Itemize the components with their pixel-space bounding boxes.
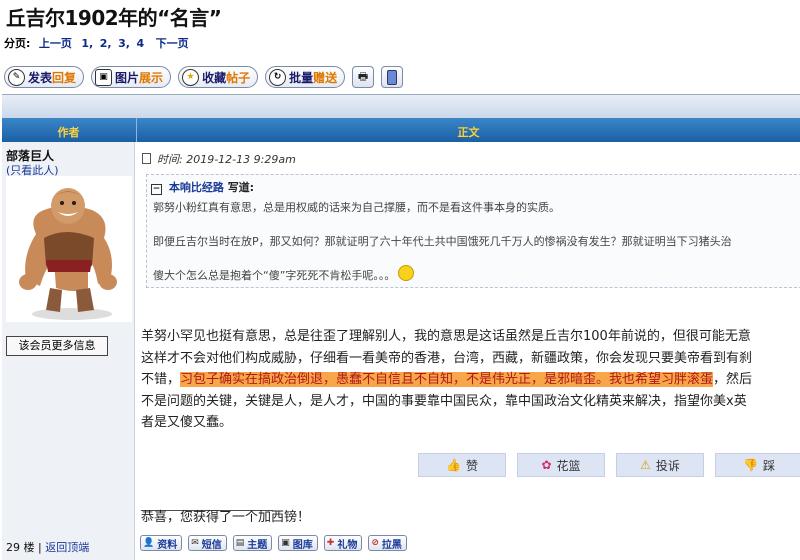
gallery-icon: ▣ — [281, 538, 290, 548]
post-time: 时间: 2019-12-13 9:29am — [157, 153, 296, 166]
body-line-1: 羊努小罕见也挺有意思，总是往歪了理解别人，我的意思是这话虽然是丘吉尔100年前说… — [141, 329, 751, 344]
body-column-header: 正文 — [457, 126, 480, 139]
pager-label: 分页: — [4, 37, 31, 50]
quote-said: 写道: — [227, 181, 255, 194]
gallery-label: 图库 — [292, 539, 313, 551]
phone-icon — [387, 69, 398, 85]
reply-label-hl: 回复 — [52, 70, 77, 85]
quote-line-1: 郭努小粉红真有意思，总是用权威的话来为自己撑腰，而不是看这件事本身的实质。 — [153, 201, 560, 214]
message-label: 短信 — [201, 539, 222, 551]
quote-line-3-row: 傻大个怎么总是抱着个“傻”字死死不肯松手呢。。。 — [153, 265, 415, 283]
refresh-icon: ↻ — [269, 68, 287, 86]
favorite-label: 收藏 — [202, 70, 227, 85]
quoted-author-link[interactable]: 本响比经路 — [169, 181, 224, 194]
flower-label: 花篮 — [556, 458, 581, 473]
giant-avatar-image — [19, 188, 117, 320]
report-label: 投诉 — [655, 458, 680, 473]
message-icon: ✉ — [191, 538, 199, 548]
body-line-2: 这样才不会对他们构成威胁，仔细看一看美帝的香港，台湾，西藏，新疆政策，你会发现只… — [141, 350, 753, 366]
flower-icon: ✿ — [541, 458, 552, 472]
warning-icon: ⚠ — [640, 458, 651, 472]
post-meta: 时间: 2019-12-13 9:29am — [142, 151, 296, 167]
prev-page-link[interactable]: 上一页 — [39, 37, 72, 50]
author-column-header: 作者 — [57, 126, 80, 139]
block-label: 拉黑 — [381, 539, 402, 551]
gift-button[interactable]: ✚ 礼物 — [323, 535, 363, 551]
favorite-post-button[interactable]: ★ 收藏 帖子 — [178, 66, 259, 88]
document-icon — [142, 153, 151, 164]
table-header: 作者 正文 — [2, 118, 800, 142]
page-title: 丘吉尔1902年的“名言” — [6, 6, 222, 30]
gift-label: 礼物 — [337, 539, 358, 551]
page-link-3[interactable]: 3, — [118, 37, 130, 50]
image-show-label-hl: 展示 — [139, 70, 164, 85]
compose-icon: ✎ — [8, 68, 25, 86]
image-show-label: 图片 — [115, 70, 140, 85]
floor-label: 29 楼 — [6, 541, 35, 554]
topics-button[interactable]: ▤ 主题 — [232, 535, 273, 551]
topics-label: 主题 — [247, 539, 268, 551]
gift-icon: ✚ — [326, 538, 335, 548]
printer-icon: 🖶 — [357, 69, 369, 83]
body-line-3b: ，然后 — [713, 372, 753, 387]
highlighted-text: 习包子确实在搞政治倒退，愚蠢不自信且不自知，不是伟光正，是邪暗歪。我也希望习胖滚… — [180, 372, 714, 387]
avatar — [6, 176, 132, 322]
quote-header: − 本响比经路 写道: — [151, 179, 254, 195]
profile-label: 资料 — [157, 539, 178, 551]
pagination: 分页: 上一页 1, 2, 3, 4 下一页 — [4, 35, 189, 51]
table-top-bar — [2, 94, 800, 119]
reply-label: 发表 — [28, 70, 53, 85]
batch-gift-label: 批量 — [289, 70, 314, 85]
page-link-1[interactable]: 1, — [81, 37, 93, 50]
topic-icon: ▤ — [235, 538, 245, 548]
image-show-button[interactable]: ▣ 图片 展示 — [91, 66, 172, 88]
dislike-button[interactable]: 👎 踩 — [715, 453, 800, 477]
like-button[interactable]: 👍 赞 — [418, 453, 506, 477]
floor-number: 29 楼 | 返回顶端 — [6, 539, 89, 555]
next-page-link[interactable]: 下一页 — [156, 37, 189, 50]
profile-button[interactable]: 👤 资料 — [140, 535, 183, 551]
flower-basket-button[interactable]: ✿ 花篮 — [517, 453, 605, 477]
page-link-4[interactable]: 4 — [136, 37, 144, 50]
quote-line-3: 傻大个怎么总是抱着个“傻”字死死不肯松手呢。。。 — [153, 269, 396, 282]
message-button[interactable]: ✉ 短信 — [188, 535, 227, 551]
body-line-3a: 不错， — [141, 372, 181, 387]
medal-text: 恭喜，您获得了一个加西镑！ — [141, 510, 311, 525]
thumbs-down-icon: 👎 — [743, 458, 758, 472]
quote-line-2: 即便丘吉尔当时在放P，那又如何？那就证明了六十年代土共中国饿死几千万人的惨祸没有… — [153, 235, 732, 248]
body-line-4: 不是问题的关键，关键是人，是人才，中国的事要靠中国民众，靠中国政治文化精英来解决… — [141, 393, 747, 409]
member-more-info-button[interactable]: 该会员更多信息 — [6, 336, 108, 356]
post-bottom-toolbar: 👤 资料 ✉ 短信 ▤ 主题 ▣ 图库 ✚ 礼物 ⊘ 拉黑 — [140, 535, 407, 551]
dislike-label: 踩 — [762, 458, 775, 473]
favorite-label-hl: 帖子 — [226, 70, 251, 85]
body-line-3: 不错，习包子确实在搞政治倒退，愚蠢不自信且不自知，不是伟光正，是邪暗歪。我也希望… — [141, 369, 800, 391]
gallery-button[interactable]: ▣ 图库 — [278, 535, 318, 551]
thumbs-up-icon: 👍 — [446, 458, 461, 472]
smiley-icon — [398, 265, 415, 281]
reply-button[interactable]: ✎ 发表 回复 — [4, 66, 85, 88]
like-label: 赞 — [465, 458, 478, 473]
author-panel: 部落巨人 (只看此人) 该会员更多信息 29 楼 | 返回顶端 — [2, 142, 135, 560]
page-link-2[interactable]: 2, — [100, 37, 112, 50]
picture-icon: ▣ — [95, 68, 113, 86]
block-button[interactable]: ⊘ 拉黑 — [368, 535, 407, 551]
action-toolbar: ✎ 发表 回复 ▣ 图片 展示 ★ 收藏 帖子 ↻ 批量 赠送 🖶 — [4, 66, 404, 90]
collapse-icon[interactable]: − — [151, 184, 162, 195]
back-to-top-link[interactable]: 返回顶端 — [45, 541, 89, 554]
report-button[interactable]: ⚠ 投诉 — [616, 453, 704, 477]
print-button[interactable]: 🖶 — [352, 66, 375, 88]
person-icon: 👤 — [143, 538, 155, 548]
block-icon: ⊘ — [371, 538, 379, 548]
quote-block: − 本响比经路 写道: 郭努小粉红真有意思，总是用权威的话来为自己撑腰，而不是看… — [146, 174, 800, 288]
body-line-5: 者是又傻又蠢。 — [141, 415, 233, 430]
post-body: 羊努小罕见也挺有意思，总是往歪了理解别人，我的意思是这话虽然是丘吉尔100年前说… — [141, 326, 800, 434]
batch-gift-label-hl: 赠送 — [313, 70, 338, 85]
batch-gift-button[interactable]: ↻ 批量 赠送 — [265, 66, 346, 88]
mobile-button[interactable] — [381, 66, 404, 88]
star-icon: ★ — [182, 68, 200, 86]
